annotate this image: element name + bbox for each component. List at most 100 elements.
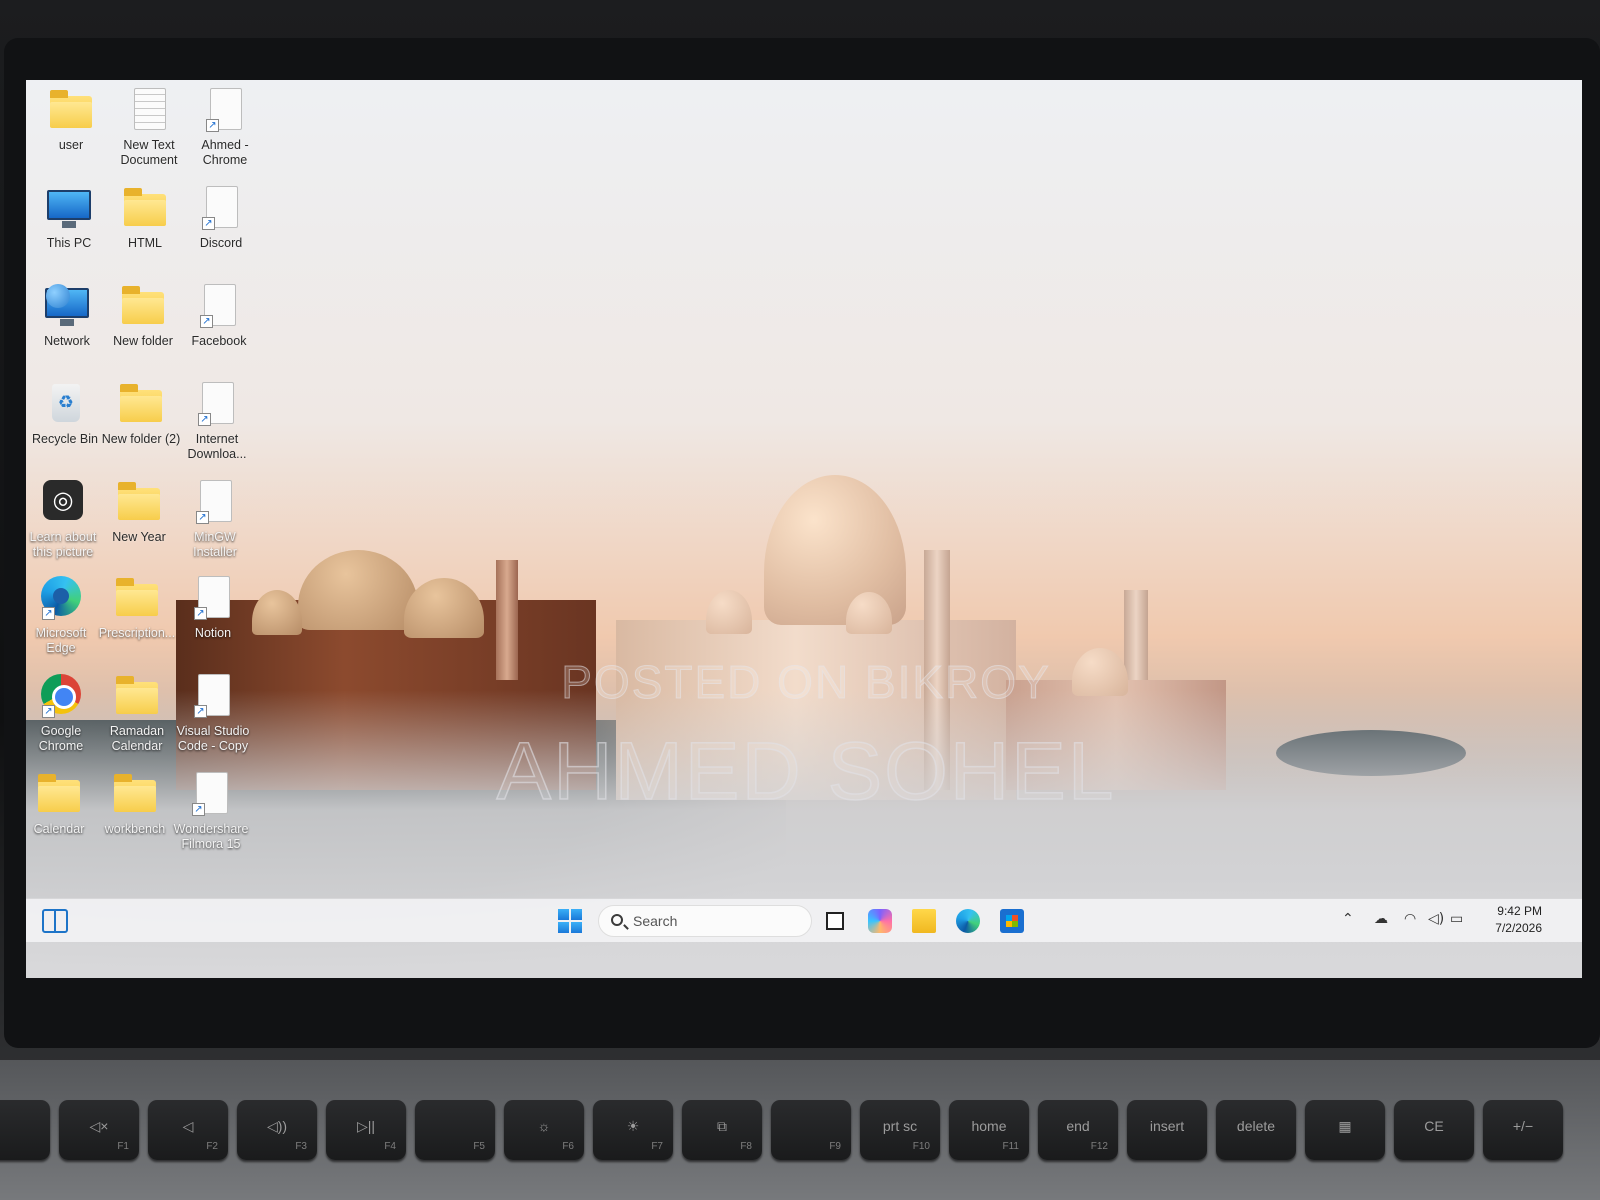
clock-date: 7/2/2026 <box>1495 921 1542 935</box>
desktop-icon-notion[interactable]: ↗ Notion <box>172 576 254 641</box>
keyboard-key: CE <box>1394 1100 1474 1160</box>
taskbar: Search ⌃ ☁ ◠ ◁) ▭ 9:42 PM 7/2/2026 <box>26 898 1582 942</box>
folder-icon <box>114 674 160 718</box>
desktop-icon-label: Prescription... <box>98 626 176 640</box>
wallpaper-fort-tower <box>496 560 518 680</box>
file-explorer-icon[interactable] <box>912 909 936 933</box>
keyboard-key: ☀ F7 <box>593 1100 673 1160</box>
edge-icon: ↗ <box>38 576 84 620</box>
desktop-icon-label: Notion <box>194 626 232 640</box>
desktop-icon-internet-download[interactable]: ↗ Internet Downloa... <box>176 382 258 462</box>
user-folder-icon <box>48 88 94 132</box>
desktop-icon-learn-about-picture[interactable]: ◎ Learn about this picture <box>26 480 104 560</box>
desktop-icon-new-text-document[interactable]: New Text Document <box>108 88 190 168</box>
search-placeholder: Search <box>633 913 678 929</box>
chevron-up-icon[interactable]: ⌃ <box>1342 911 1354 927</box>
desktop-icon-user[interactable]: user <box>30 88 112 153</box>
task-view-icon[interactable] <box>826 912 844 930</box>
taskbar-clock[interactable]: 9:42 PM 7/2/2026 <box>1472 903 1542 937</box>
wifi-icon[interactable]: ◠ <box>1404 911 1416 927</box>
key-label: insert <box>1149 1118 1185 1134</box>
folder-icon <box>122 186 168 230</box>
onedrive-icon[interactable]: ☁ <box>1374 911 1388 927</box>
desktop-icon-label: Network <box>44 334 90 348</box>
folder-icon <box>118 382 164 426</box>
keyboard-key: F9 <box>771 1100 851 1160</box>
wallpaper-fort-dome <box>298 550 418 630</box>
wallpaper-mosque-dome <box>1072 648 1128 696</box>
keyboard-key: ▦ <box>1305 1100 1385 1160</box>
keyboard-key: F5 <box>415 1100 495 1160</box>
keyboard-key: home F11 <box>949 1100 1029 1160</box>
folder-icon <box>112 772 158 816</box>
desktop-icon-new-folder-2[interactable]: New folder (2) <box>100 382 182 447</box>
clock-time: 9:42 PM <box>1497 904 1542 918</box>
desktop-icon-ramadan-calendar[interactable]: Ramadan Calendar <box>96 674 178 754</box>
keyboard-key: insert <box>1127 1100 1207 1160</box>
desktop-icon-google-chrome[interactable]: ↗ Google Chrome <box>26 674 102 754</box>
desktop-icon-label: New folder <box>113 334 173 348</box>
shortcut-file-icon: ↗ <box>188 772 234 816</box>
desktop-icon-label: Recycle Bin <box>32 432 98 446</box>
key-label: ⧉ <box>717 1118 727 1134</box>
desktop-icon-new-folder[interactable]: New folder <box>102 284 184 349</box>
shortcut-file-icon: ↗ <box>190 674 236 718</box>
edge-taskbar-icon[interactable] <box>956 909 980 933</box>
desktop-icon-label: user <box>58 138 84 152</box>
key-fn-label: F6 <box>562 1141 574 1152</box>
desktop-icon-recycle-bin[interactable]: ♻ Recycle Bin <box>26 382 106 447</box>
desktop-icon-prescription[interactable]: Prescription... <box>96 576 178 641</box>
desktop-icon-label: Facebook <box>191 334 247 348</box>
desktop-icon-label: MinGW Installer <box>193 530 237 559</box>
microsoft-store-icon[interactable] <box>1000 909 1024 933</box>
folder-icon <box>36 772 82 816</box>
key-label: ☼ <box>537 1118 551 1134</box>
desktop-icon-ahmed-chrome[interactable]: ↗ Ahmed - Chrome <box>184 88 266 168</box>
camera-icon: ◎ <box>40 480 86 524</box>
desktop-icon-network[interactable]: Network <box>26 284 108 349</box>
desktop-icon-workbench[interactable]: workbench <box>94 772 176 837</box>
desktop-icon-mingw-installer[interactable]: ↗ MinGW Installer <box>174 480 256 560</box>
key-fn-label: F9 <box>829 1141 841 1152</box>
key-label: prt sc <box>882 1118 918 1134</box>
widgets-icon[interactable] <box>42 909 68 933</box>
folder-icon <box>114 576 160 620</box>
shortcut-file-icon: ↗ <box>194 382 240 426</box>
desktop-icon-label: Ahmed - Chrome <box>201 138 249 167</box>
desktop-icon-html[interactable]: HTML <box>104 186 186 251</box>
desktop-icon-new-year[interactable]: New Year <box>98 480 180 545</box>
battery-icon[interactable]: ▭ <box>1450 911 1463 927</box>
folder-icon <box>116 480 162 524</box>
start-button[interactable] <box>558 909 582 933</box>
desktop-icon-visual-studio-code-copy[interactable]: ↗ Visual Studio Code - Copy <box>172 674 254 754</box>
shortcut-file-icon: ↗ <box>202 88 248 132</box>
desktop-icon-label: Google Chrome <box>38 724 84 753</box>
key-label: ▷|| <box>356 1118 376 1134</box>
desktop-icon-label: Internet Downloa... <box>187 432 247 461</box>
key-label: ▦ <box>1338 1118 1352 1134</box>
photo-scene: POSTED ON BIKROY AHMED SOHEL user New Te… <box>0 0 1600 1200</box>
keyboard-key: ⧉ F8 <box>682 1100 762 1160</box>
copilot-icon[interactable] <box>868 909 892 933</box>
desktop-icon-label: Learn about this picture <box>29 530 97 559</box>
desktop-icon-facebook[interactable]: ↗ Facebook <box>178 284 260 349</box>
watermark-seller-name: AHMED SOHEL <box>496 725 1116 818</box>
desktop-icon-wondershare-filmora[interactable]: ↗ Wondershare Filmora 15 <box>170 772 252 852</box>
key-fn-label: F7 <box>651 1141 663 1152</box>
wallpaper-fort-dome <box>404 578 484 638</box>
shortcut-file-icon: ↗ <box>198 186 244 230</box>
chrome-icon: ↗ <box>38 674 84 718</box>
desktop-icon-discord[interactable]: ↗ Discord <box>180 186 262 251</box>
keyboard-key: ▷|| F4 <box>326 1100 406 1160</box>
taskbar-search-box[interactable]: Search <box>598 905 812 937</box>
keyboard-key: prt sc F10 <box>860 1100 940 1160</box>
wallpaper-fort-dome <box>252 590 302 635</box>
desktop-icon-calendar[interactable]: Calendar <box>26 772 100 837</box>
volume-icon[interactable]: ◁) <box>1428 911 1444 927</box>
desktop-icon-microsoft-edge[interactable]: ↗ Microsoft Edge <box>26 576 102 656</box>
keyboard-key: ◁)) F3 <box>237 1100 317 1160</box>
key-label: ☀ <box>626 1118 640 1134</box>
key-label: home <box>971 1118 1007 1134</box>
keyboard-key: ◁ F2 <box>148 1100 228 1160</box>
desktop-icon-this-pc[interactable]: This PC <box>28 186 110 251</box>
